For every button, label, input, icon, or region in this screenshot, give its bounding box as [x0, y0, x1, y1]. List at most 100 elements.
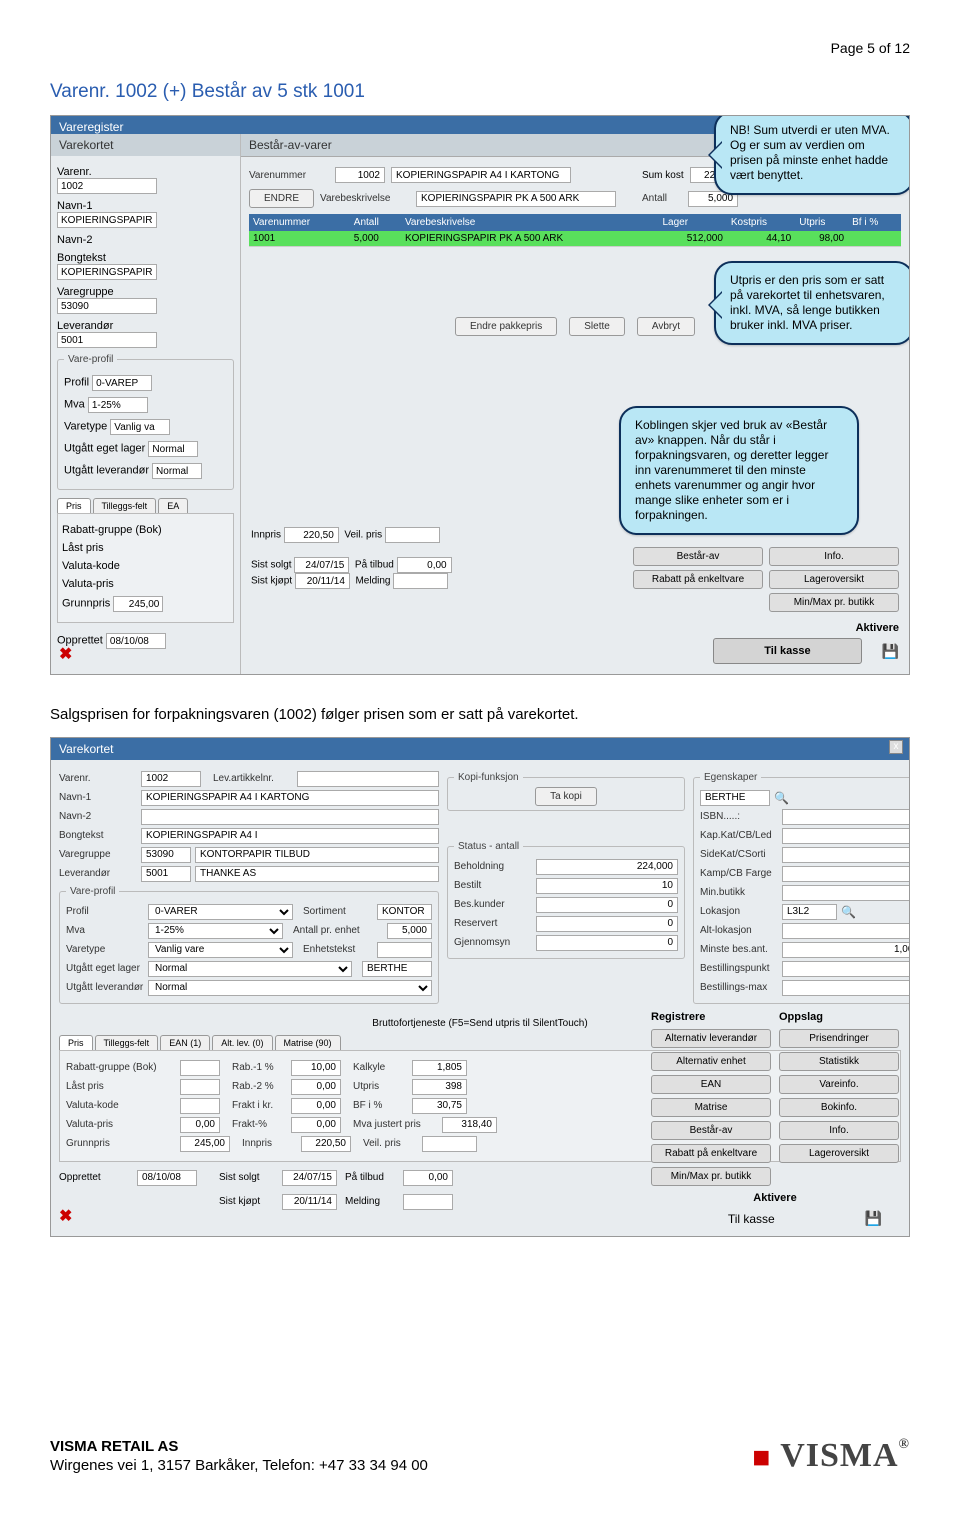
varenr-input[interactable] [141, 771, 201, 787]
melding-input[interactable] [393, 573, 448, 589]
bm-input[interactable] [782, 980, 910, 996]
tab-pris[interactable]: Pris [57, 498, 91, 513]
avbryt-button[interactable]: Avbryt [637, 317, 695, 336]
opps-btn-5[interactable]: Lageroversikt [779, 1144, 899, 1163]
vg2-input[interactable] [195, 847, 439, 863]
save-icon[interactable]: 💾 [882, 643, 899, 660]
bp-input[interactable] [782, 961, 910, 977]
veil2-input[interactable] [422, 1136, 477, 1152]
kalk-input[interactable] [412, 1060, 467, 1076]
bong-input[interactable] [141, 828, 439, 844]
reg-btn-3[interactable]: Matrise [651, 1098, 771, 1117]
reg-btn-6[interactable]: Min/Max pr. butikk [651, 1167, 771, 1186]
navn1-input[interactable] [141, 790, 439, 806]
opprettet-input[interactable] [106, 633, 166, 649]
kap-input[interactable] [782, 828, 910, 844]
et-input[interactable] [377, 942, 432, 958]
mj-input[interactable] [442, 1117, 497, 1133]
vp-profil-input[interactable] [92, 375, 152, 391]
utp-input[interactable] [412, 1079, 467, 1095]
sb-vg-input[interactable] [57, 298, 157, 314]
egens-berthe[interactable] [700, 790, 770, 806]
vp-uel-input[interactable] [148, 441, 198, 457]
vg-input[interactable] [141, 847, 191, 863]
reg-btn-4[interactable]: Består-av [651, 1121, 771, 1140]
gp-input[interactable] [113, 596, 163, 612]
tab-tillegg[interactable]: Tilleggs-felt [93, 498, 157, 513]
ta-kopi-button[interactable]: Ta kopi [535, 787, 597, 806]
sort-input[interactable] [377, 904, 432, 920]
innpris-input[interactable] [284, 527, 339, 543]
sb-navn1-input[interactable] [57, 212, 157, 228]
lp2-input[interactable] [180, 1079, 220, 1095]
opps-btn-0[interactable]: Prisendringer [779, 1029, 899, 1048]
tab-pris-2[interactable]: Pris [59, 1035, 93, 1050]
vp-mva-input[interactable] [88, 397, 148, 413]
lev2b-input[interactable] [195, 866, 439, 882]
lev2-input[interactable] [141, 866, 191, 882]
reg-btn-2[interactable]: EAN [651, 1075, 771, 1094]
me-input[interactable] [403, 1194, 453, 1210]
endre-button[interactable]: ENDRE [249, 189, 314, 208]
fp-input[interactable] [291, 1117, 341, 1133]
vp-ulev-input[interactable] [152, 463, 202, 479]
tab-ean[interactable]: EA [158, 498, 188, 513]
fk-input[interactable] [291, 1098, 341, 1114]
search-icon[interactable]: 🔍 [774, 791, 789, 805]
close-icon[interactable]: ✖ [59, 644, 72, 664]
save-icon-2[interactable]: 💾 [865, 1210, 882, 1227]
info-button[interactable]: Info. [769, 547, 899, 566]
vk2-input[interactable] [180, 1098, 220, 1114]
varenummer-input[interactable] [335, 167, 385, 183]
bf-input[interactable] [412, 1098, 467, 1114]
vp-vt-input[interactable] [110, 419, 170, 435]
uel-select[interactable]: Normal [148, 961, 352, 977]
profil-select[interactable]: 0-VARER [148, 904, 293, 920]
tab-altlev[interactable]: Alt. lev. (0) [212, 1035, 272, 1050]
reg-btn-1[interactable]: Alternativ enhet [651, 1052, 771, 1071]
isbn-input[interactable] [782, 809, 910, 825]
endre-pakkepris-button[interactable]: Endre pakkepris [455, 317, 557, 336]
sb-varenr-input[interactable] [57, 178, 157, 194]
vt-select[interactable]: Vanlig vare [148, 942, 293, 958]
lager-button[interactable]: Lageroversikt [769, 570, 899, 589]
mva-select[interactable]: 1-25% [148, 923, 283, 939]
rg2-input[interactable] [180, 1060, 220, 1076]
reg-btn-5[interactable]: Rabatt på enkeltvare [651, 1144, 771, 1163]
side-input[interactable] [782, 847, 910, 863]
altlok-input[interactable] [782, 923, 910, 939]
minmax-button[interactable]: Min/Max pr. butikk [769, 593, 899, 612]
opps-btn-4[interactable]: Info. [779, 1121, 899, 1140]
sb-bong-input[interactable] [57, 264, 157, 280]
table-row[interactable]: 1001 5,000 KOPIERINGSPAPIR PK A 500 ARK … [249, 231, 901, 247]
opps-btn-3[interactable]: Bokinfo. [779, 1098, 899, 1117]
slette-button[interactable]: Slette [569, 317, 625, 336]
navn2-input[interactable] [141, 809, 439, 825]
close-icon-2[interactable]: ✖ [59, 1206, 72, 1226]
varedesc-input[interactable] [391, 167, 571, 183]
veil-input[interactable] [385, 527, 440, 543]
search-icon-2[interactable]: 🔍 [841, 905, 856, 919]
til-kasse-button[interactable]: Til kasse [713, 638, 861, 664]
vpr2-input[interactable] [180, 1117, 220, 1133]
ip-input[interactable] [301, 1136, 351, 1152]
rab2-input[interactable] [291, 1079, 341, 1095]
rabatt-button[interactable]: Rabatt på enkeltvare [633, 570, 763, 589]
til-kasse-button-2[interactable]: Til kasse [668, 1208, 835, 1230]
minb-input[interactable] [782, 885, 910, 901]
levart-input[interactable] [297, 771, 439, 787]
varebeskrivelse-input[interactable] [416, 191, 616, 207]
kamp-input[interactable] [782, 866, 910, 882]
tab-matrise[interactable]: Matrise (90) [275, 1035, 341, 1050]
opps-btn-2[interactable]: Vareinfo. [779, 1075, 899, 1094]
tab-tillegg-2[interactable]: Tilleggs-felt [95, 1035, 159, 1050]
window-close-icon[interactable]: x [889, 740, 903, 754]
ape-input[interactable] [387, 923, 432, 939]
rab1-input[interactable] [291, 1060, 341, 1076]
bestar-av-button[interactable]: Består-av [633, 547, 763, 566]
lok-input[interactable] [782, 904, 837, 920]
reg-btn-0[interactable]: Alternativ leverandør [651, 1029, 771, 1048]
berthe-input[interactable] [362, 961, 432, 977]
tab-ean-2[interactable]: EAN (1) [160, 1035, 210, 1050]
opps-btn-1[interactable]: Statistikk [779, 1052, 899, 1071]
